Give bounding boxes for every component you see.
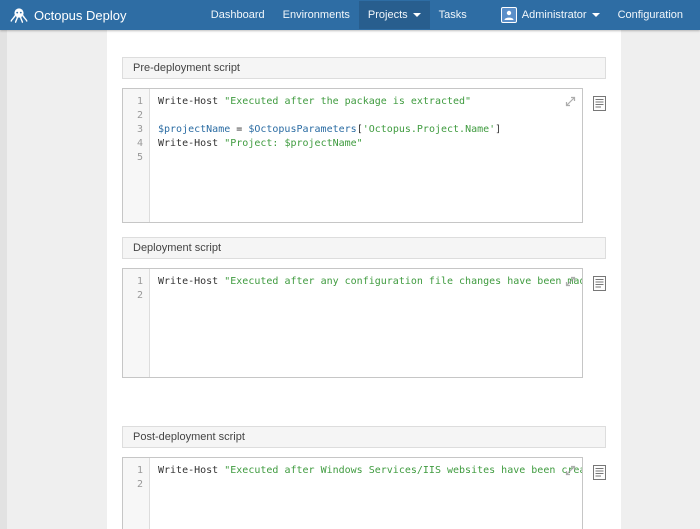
user-menu-label: Administrator: [521, 9, 587, 21]
code-lines[interactable]: Write-Host "Executed after Windows Servi…: [150, 458, 582, 529]
navbar: Octopus Deploy Dashboard Environments Pr…: [0, 0, 700, 30]
script-section: Post-deployment script 12 Write-Host "Ex…: [122, 426, 606, 529]
insert-variable-icon[interactable]: [593, 276, 606, 291]
code-editor[interactable]: 12345 Write-Host "Executed after the pac…: [122, 88, 583, 223]
fullscreen-expand-icon[interactable]: [565, 463, 576, 481]
code-line[interactable]: Write-Host "Project: $projectName": [158, 137, 574, 151]
code-line[interactable]: [158, 151, 574, 165]
content-card: Pre-deployment script 12345 Write-Host "…: [107, 30, 621, 529]
nav-item-tasks[interactable]: Tasks: [430, 1, 476, 29]
code-line[interactable]: $projectName = $OctopusParameters['Octop…: [158, 123, 574, 137]
section-header: Post-deployment script: [122, 426, 606, 448]
navbar-right: Administrator Configuration: [492, 0, 692, 31]
user-menu[interactable]: Administrator: [492, 0, 609, 31]
script-section: Pre-deployment script 12345 Write-Host "…: [122, 57, 606, 223]
nav-item-environments[interactable]: Environments: [274, 1, 359, 29]
fullscreen-expand-icon[interactable]: [565, 94, 576, 112]
nav-item-configuration[interactable]: Configuration: [609, 1, 692, 29]
code-line[interactable]: Write-Host "Executed after Windows Servi…: [158, 464, 582, 478]
code-editor[interactable]: 12 Write-Host "Executed after any config…: [122, 268, 583, 378]
section-title: Post-deployment script: [133, 431, 245, 443]
code-editor[interactable]: 12 Write-Host "Executed after Windows Se…: [122, 457, 583, 529]
script-section: Deployment script 12 Write-Host "Execute…: [122, 237, 606, 378]
sections: Pre-deployment script 12345 Write-Host "…: [122, 57, 606, 529]
nav-item-projects[interactable]: Projects: [358, 1, 430, 29]
section-title: Deployment script: [133, 242, 222, 254]
line-number-gutter: 12: [123, 269, 150, 377]
page-left-edge: [0, 30, 7, 529]
brand-link[interactable]: Octopus Deploy: [10, 6, 127, 24]
line-number-gutter: 12345: [123, 89, 150, 222]
code-line[interactable]: Write-Host "Executed after the package i…: [158, 95, 574, 109]
editor-row: 12345 Write-Host "Executed after the pac…: [122, 88, 606, 223]
code-line[interactable]: Write-Host "Executed after any configura…: [158, 275, 582, 289]
caret-down-icon: [412, 13, 421, 17]
editor-row: 12 Write-Host "Executed after Windows Se…: [122, 457, 606, 529]
insert-variable-icon[interactable]: [593, 96, 606, 111]
section-header: Pre-deployment script: [122, 57, 606, 79]
main-nav: Dashboard Environments Projects Tasks: [202, 1, 476, 29]
section-header: Deployment script: [122, 237, 606, 259]
section-title: Pre-deployment script: [133, 62, 240, 74]
octopus-logo-icon: [10, 6, 28, 24]
code-lines[interactable]: Write-Host "Executed after any configura…: [150, 269, 582, 377]
insert-variable-icon[interactable]: [593, 465, 606, 480]
nav-item-projects-label: Projects: [367, 9, 408, 21]
code-line[interactable]: [158, 109, 574, 123]
caret-down-icon: [591, 13, 600, 17]
brand-label: Octopus Deploy: [34, 7, 127, 23]
line-number-gutter: 12: [123, 458, 150, 529]
user-avatar-icon: [500, 7, 517, 23]
code-line[interactable]: [158, 478, 582, 492]
fullscreen-expand-icon[interactable]: [565, 274, 576, 292]
page-body: Pre-deployment script 12345 Write-Host "…: [0, 30, 700, 529]
editor-row: 12 Write-Host "Executed after any config…: [122, 268, 606, 378]
nav-item-dashboard[interactable]: Dashboard: [202, 1, 274, 29]
code-lines[interactable]: Write-Host "Executed after the package i…: [150, 89, 582, 222]
code-line[interactable]: [158, 289, 582, 303]
